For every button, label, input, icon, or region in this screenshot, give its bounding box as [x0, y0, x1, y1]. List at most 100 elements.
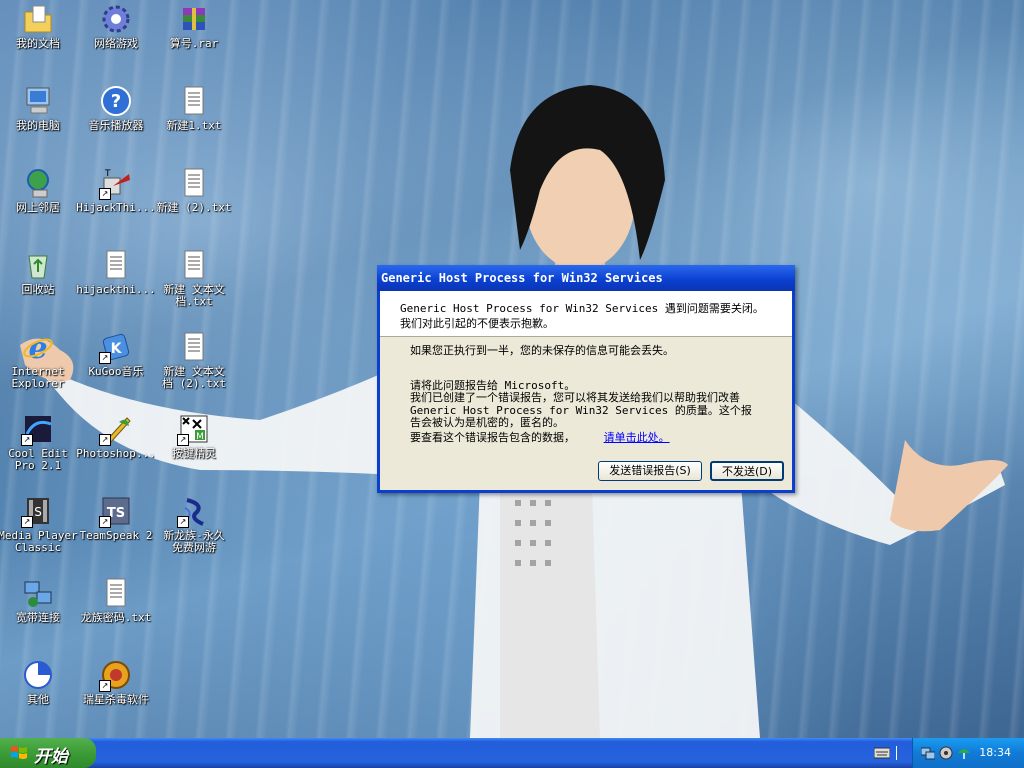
desktop-icon-key-wizard[interactable]: M ↗ 按键精灵 — [154, 412, 234, 460]
icon-label: 新建 (2).txt — [156, 201, 232, 214]
icon-label: 龙族密码.txt — [80, 611, 152, 624]
desktop-icon-new-textdoc[interactable]: 新建 文本文 档.txt — [154, 248, 234, 308]
key-wizard-icon: M ↗ — [177, 412, 211, 446]
desktop-icon-online-games[interactable]: 网络游戏 — [76, 2, 156, 50]
start-label: 开始 — [34, 747, 68, 767]
desktop-icon-kugoo[interactable]: K ↗ KuGoo音乐 — [76, 330, 156, 378]
icon-label: 其他 — [27, 693, 49, 706]
shortcut-arrow-icon: ↗ — [99, 516, 111, 528]
kugoo-music-icon: K ↗ — [99, 330, 133, 364]
system-tray: 18:34 — [912, 738, 1024, 768]
icon-label: Photoshop... — [76, 447, 156, 460]
desktop-icon-teamspeak[interactable]: TS ↗ TeamSpeak 2 — [76, 494, 156, 542]
icon-label: Internet Explorer — [11, 365, 65, 390]
umbrella-tray-icon[interactable] — [957, 746, 971, 760]
svg-text:?: ? — [111, 91, 121, 112]
desktop-icon-rar[interactable]: 算号.rar — [154, 2, 234, 50]
icon-label: 宽带连接 — [16, 611, 60, 624]
desktop-icon-new1-txt[interactable]: 新建1.txt — [154, 84, 234, 132]
dialog-data-prompt: 要查看这个错误报告包含的数据， — [410, 430, 575, 444]
speaker-tray-icon[interactable] — [939, 746, 953, 760]
shortcut-arrow-icon: ↗ — [99, 188, 111, 200]
clock[interactable]: 18:34 — [979, 746, 1011, 759]
svg-text:e: e — [28, 331, 47, 364]
icon-label: 回收站 — [21, 283, 55, 296]
teamspeak-icon: TS ↗ — [99, 494, 133, 528]
dialog-report-line2: 我们已创建了一个错误报告，您可以将其发送给我们以帮助我们改善 Generic H… — [410, 391, 752, 429]
icon-label: Cool Edit Pro 2.1 — [8, 447, 68, 472]
taskbar-separator — [896, 746, 897, 760]
icon-label: 网络游戏 — [94, 37, 138, 50]
desktop-icon-antivirus[interactable]: ↗ 瑞星杀毒软件 — [76, 658, 156, 706]
text-file-icon — [177, 248, 211, 282]
desktop-icon-broadband[interactable]: 宽带连接 — [0, 576, 78, 624]
text-file-icon — [99, 248, 133, 282]
desktop-icon-other[interactable]: 其他 — [0, 658, 78, 706]
dont-send-button[interactable]: 不发送(D) — [710, 461, 784, 481]
shortcut-arrow-icon: ↗ — [177, 434, 189, 446]
dialog-title[interactable]: Generic Host Process for Win32 Services — [377, 265, 795, 291]
keyboard-icon[interactable] — [874, 747, 890, 759]
shortcut-arrow-icon: ↗ — [21, 434, 33, 446]
icon-label: 我的电脑 — [16, 119, 60, 132]
help-icon: ? — [99, 84, 133, 118]
text-file-icon — [177, 166, 211, 200]
desktop-icon-network-places[interactable]: 网上邻居 — [0, 166, 78, 214]
icon-label: 瑞星杀毒软件 — [83, 693, 149, 706]
icon-label: 新建 文本文 档.txt — [163, 283, 225, 308]
desktop-icon-photoshop[interactable]: ↗ Photoshop... — [76, 412, 156, 460]
desktop-icon-music-player[interactable]: ? 音乐播放器 — [76, 84, 156, 132]
gear-icon — [99, 2, 133, 36]
dialog-header-text: Generic Host Process for Win32 Services … — [380, 291, 792, 337]
desktop-icon-my-computer[interactable]: 我的电脑 — [0, 84, 78, 132]
icon-label: 按键精灵 — [172, 447, 216, 460]
view-report-link[interactable]: 请单击此处。 — [604, 431, 670, 444]
desktop-icon-cool-edit[interactable]: ↗ Cool Edit Pro 2.1 — [0, 412, 78, 472]
start-button[interactable]: 开始 — [0, 738, 96, 768]
hijackthis-icon: T ↗ — [99, 166, 133, 200]
icon-label: 新建1.txt — [166, 119, 222, 132]
cool-edit-icon: ↗ — [21, 412, 55, 446]
svg-text:S: S — [34, 505, 42, 519]
pie-chart-icon — [21, 658, 55, 692]
icon-label: 算号.rar — [169, 37, 219, 50]
network-tray-icon[interactable] — [921, 746, 935, 760]
text-file-icon — [99, 576, 133, 610]
broadband-icon — [21, 576, 55, 610]
icon-label: KuGoo音乐 — [88, 365, 144, 378]
icon-label: 我的文档 — [16, 37, 60, 50]
desktop-icon-hijackthis-txt[interactable]: hijackthi... — [76, 248, 156, 296]
desktop-icon-hijackthis-exe[interactable]: T ↗ HijackThi... — [76, 166, 156, 214]
desktop-icon-new2-txt[interactable]: 新建 (2).txt — [154, 166, 234, 214]
icon-label: 音乐播放器 — [88, 119, 144, 132]
desktop-icon-dragon-game[interactable]: ↗ 新龙族-永久 免费网游 — [154, 494, 234, 554]
rar-archive-icon — [177, 2, 211, 36]
desktop-icon-dragon-password-txt[interactable]: 龙族密码.txt — [76, 576, 156, 624]
shortcut-arrow-icon: ↗ — [99, 434, 111, 446]
my-computer-icon — [21, 84, 55, 118]
desktop-icon-media-player-classic[interactable]: S ↗ Media Player Classic — [0, 494, 78, 554]
icon-label: 新建 文本文 档 (2).txt — [162, 365, 226, 390]
icon-label: 网上邻居 — [16, 201, 60, 214]
internet-explorer-icon: e — [21, 330, 55, 366]
dialog-body: 如果您正执行到一半，您的未保存的信息可能会丢失。 请将此问题报告给 Micros… — [380, 337, 792, 444]
shortcut-arrow-icon: ↗ — [177, 516, 189, 528]
desktop-icon-recycle-bin[interactable]: 回收站 — [0, 248, 78, 296]
svg-text:T: T — [104, 169, 111, 179]
media-player-icon: S ↗ — [21, 494, 55, 528]
desktop-icon-new-textdoc-2[interactable]: 新建 文本文 档 (2).txt — [154, 330, 234, 390]
icon-label: 新龙族-永久 免费网游 — [163, 529, 225, 554]
svg-text:M: M — [196, 432, 204, 442]
svg-text:K: K — [111, 341, 123, 357]
my-documents-icon — [21, 2, 55, 36]
send-report-button[interactable]: 发送错误报告(S) — [598, 461, 702, 481]
shortcut-arrow-icon: ↗ — [99, 352, 111, 364]
desktop: 我的文档 网络游戏 算号.rar 我的电脑 ? 音乐播放器 新建1.txt 网上… — [0, 0, 1024, 738]
dragon-game-icon: ↗ — [177, 494, 211, 528]
taskbar: 开始 18:34 — [0, 738, 1024, 768]
error-report-dialog: Generic Host Process for Win32 Services … — [377, 265, 795, 493]
desktop-icon-my-documents[interactable]: 我的文档 — [0, 2, 78, 50]
desktop-icon-internet-explorer[interactable]: e Internet Explorer — [0, 330, 78, 390]
photoshop-icon: ↗ — [99, 412, 133, 446]
icon-label: HijackThi... — [76, 201, 156, 214]
